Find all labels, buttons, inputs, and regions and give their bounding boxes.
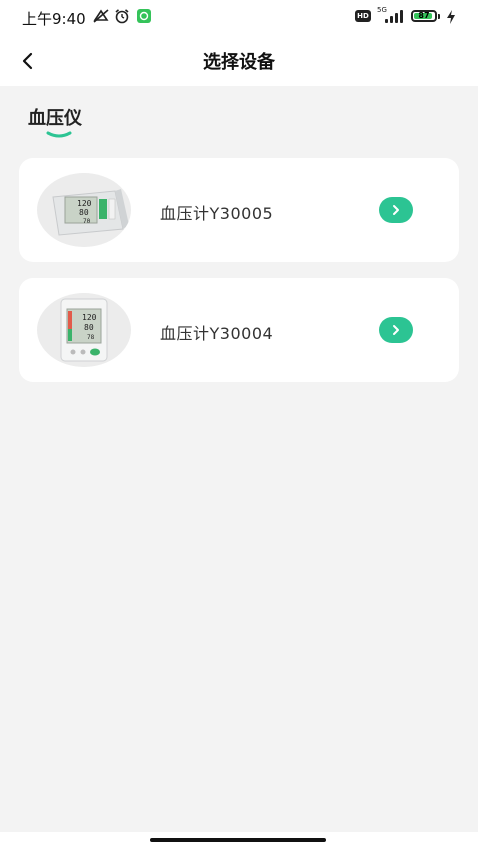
status-icons-right: HD 5G 87 [355,6,456,24]
chevron-right-icon [393,205,399,215]
battery-tip [438,13,440,19]
battery-level: 87 [418,11,430,20]
alarm-icon [114,8,130,24]
notification-off-icon [92,8,109,24]
network-type: 5G [377,6,387,14]
device-card[interactable]: 120 80 70 血压计Y30005 [19,158,459,262]
device-reading: 120 [77,199,92,208]
screen: 上午9:40 HD 5G 87 选择设备 血压仪 120 80 70 血压计Y3… [0,0,478,850]
device-image: 120 80 78 [37,293,131,367]
device-reading: 78 [87,334,95,341]
section-underline [46,131,72,138]
status-bar: 上午9:40 HD 5G 87 [0,0,478,34]
charging-icon [446,9,456,24]
status-icons-left [92,8,152,24]
home-indicator[interactable] [150,838,326,842]
page-title: 选择设备 [203,52,275,73]
device-reading: 80 [79,208,89,217]
device-reading: 120 [82,313,97,322]
device-name: 血压计Y30004 [160,324,274,343]
wechat-icon [136,8,152,24]
signal-icon: 5G [377,6,405,23]
device-name: 血压计Y30005 [160,204,274,223]
battery-icon: 87 [411,10,437,22]
device-reading: 70 [83,218,91,225]
nav-bar: 选择设备 [0,34,478,86]
device-image: 120 80 70 [37,173,131,247]
device-reading: 80 [84,323,94,332]
go-button[interactable] [379,317,413,343]
device-card[interactable]: 120 80 78 血压计Y30004 [19,278,459,382]
go-button[interactable] [379,197,413,223]
hd-icon: HD [355,10,371,22]
section-title[interactable]: 血压仪 [28,104,82,130]
chevron-right-icon [393,325,399,335]
status-time: 上午9:40 [22,10,86,28]
